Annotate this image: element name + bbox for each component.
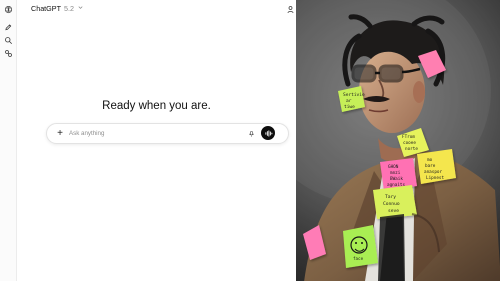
microphone-icon[interactable]: [247, 128, 256, 139]
new-chat-icon[interactable]: [3, 22, 13, 32]
svg-text:tiwe: tiwe: [344, 104, 355, 110]
svg-text:cooee: cooee: [403, 141, 416, 146]
openai-logo-icon[interactable]: [3, 4, 13, 14]
user-icon[interactable]: [285, 4, 295, 14]
svg-text:FTrom: FTrom: [402, 134, 415, 140]
sticky-note-lime-center: Tary Connuo seve: [373, 185, 417, 219]
portrait-image: Sertivie ar tiwe FTrom cooee norte mo ba…: [296, 0, 500, 281]
svg-text:BWaik: BWaik: [390, 176, 403, 182]
top-bar: ChatGPT 5.2: [17, 0, 308, 18]
svg-text:anaspor: anaspor: [424, 170, 443, 175]
svg-text:Connuo: Connuo: [383, 201, 400, 207]
svg-text:face: face: [353, 256, 364, 261]
svg-text:seve: seve: [388, 209, 399, 214]
voice-mode-icon[interactable]: [261, 126, 275, 140]
message-input[interactable]: [69, 127, 239, 140]
svg-text:Sertivie: Sertivie: [343, 92, 365, 98]
svg-text:GHON: GHON: [388, 164, 399, 170]
page-title: Ready when you are.: [102, 100, 211, 112]
model-version: 5.2: [63, 4, 74, 13]
chat-main: ChatGPT 5.2 Ready when you are. + Ask an…: [17, 0, 308, 281]
svg-text:ar: ar: [346, 99, 352, 104]
svg-text:bare: bare: [425, 163, 436, 169]
svg-text:Lipnest: Lipnest: [426, 175, 445, 181]
svg-text:Tary: Tary: [385, 194, 396, 200]
svg-text:norte: norte: [405, 146, 418, 152]
chevron-down-icon: [77, 4, 84, 14]
library-icon[interactable]: [3, 48, 13, 58]
model-name: ChatGPT: [31, 4, 61, 13]
sticky-note-lime-lower: face: [343, 225, 378, 268]
svg-text:mo: mo: [427, 158, 433, 163]
chat-composer[interactable]: +: [46, 123, 289, 144]
sticky-note-yellow-right: mo bare anaspor Lipnest: [417, 149, 456, 184]
plus-icon[interactable]: +: [54, 127, 66, 140]
svg-text:mnzi: mnzi: [390, 170, 401, 176]
model-selector[interactable]: ChatGPT 5.2: [31, 4, 84, 14]
left-sidebar: [0, 0, 17, 281]
search-icon[interactable]: [3, 35, 13, 45]
portrait-illustration: Sertivie ar tiwe FTrom cooee norte mo ba…: [296, 0, 500, 281]
chatgpt-window: ChatGPT 5.2 Ready when you are. + Ask an…: [0, 0, 500, 281]
